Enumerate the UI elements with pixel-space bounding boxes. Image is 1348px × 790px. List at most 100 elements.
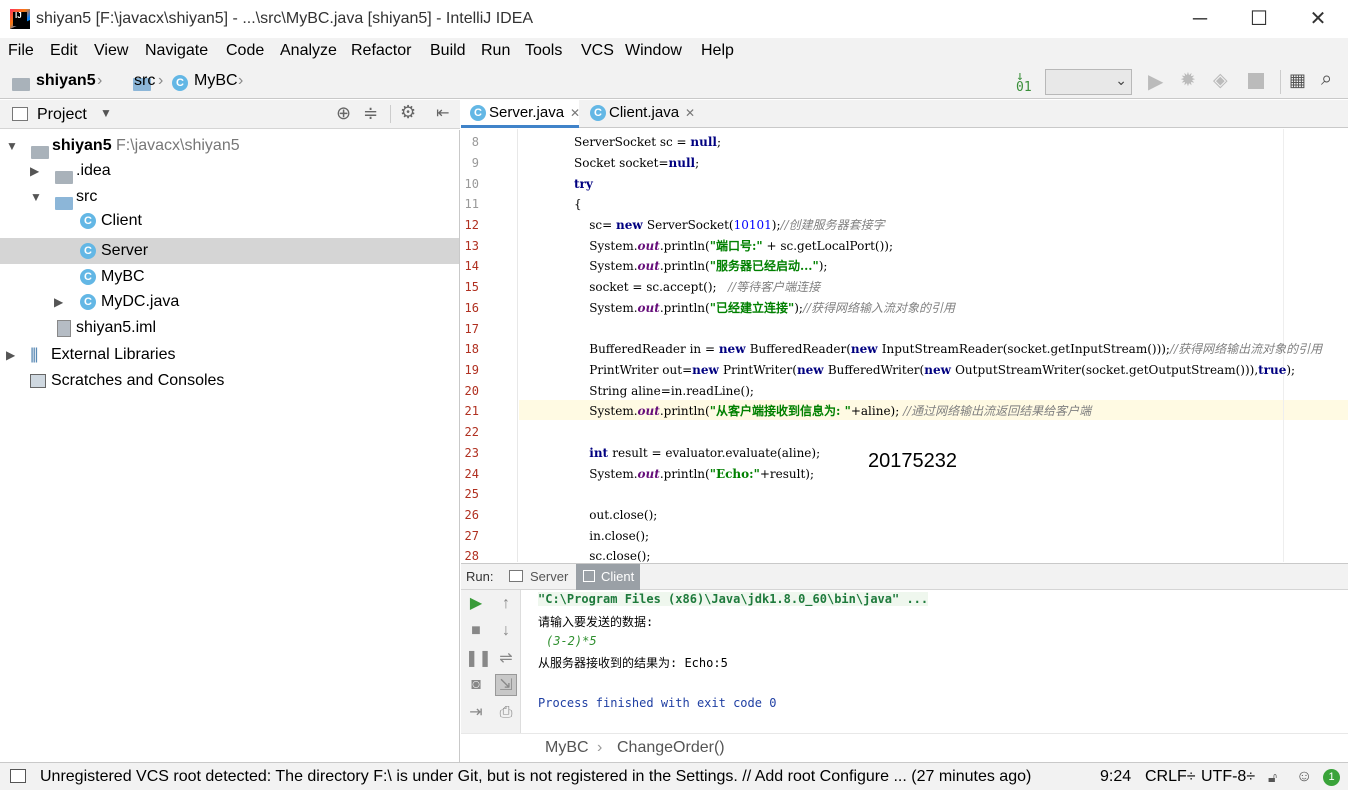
- breadcrumb-method[interactable]: ChangeOrder(): [617, 739, 725, 757]
- run-icon[interactable]: ▶: [1148, 69, 1163, 94]
- chevron-right-icon[interactable]: ▶: [30, 158, 39, 184]
- chevron-right-icon[interactable]: ▶: [54, 289, 63, 315]
- code-content[interactable]: ServerSocket sc = null; Socket socket=nul…: [574, 129, 1344, 562]
- run-configuration-select[interactable]: ⌄: [1045, 69, 1132, 95]
- code-line[interactable]: System.out.println("服务器已经启动...");: [574, 256, 827, 276]
- breadcrumb-project[interactable]: shiyan5: [36, 72, 96, 90]
- code-line[interactable]: PrintWriter out=new PrintWriter(new Buff…: [574, 360, 1295, 380]
- pause-icon[interactable]: ❚❚: [465, 648, 492, 670]
- code-line[interactable]: int result = evaluator.evaluate(aline);: [574, 443, 820, 463]
- tab-client-java[interactable]: C Client.java ✕: [581, 100, 695, 128]
- scratch-icon: [30, 374, 46, 388]
- menu-window[interactable]: Window: [625, 42, 682, 60]
- menu-navigate[interactable]: Navigate: [145, 42, 208, 60]
- coverage-icon[interactable]: ◈: [1213, 69, 1228, 92]
- menu-edit[interactable]: Edit: [50, 42, 78, 60]
- tree-item-label: Client: [101, 212, 142, 229]
- hide-panel-icon[interactable]: ⇤: [436, 103, 449, 123]
- login-icon[interactable]: ⇥: [465, 702, 487, 724]
- tree-item-mybc[interactable]: C MyBC: [0, 264, 459, 290]
- camera-icon[interactable]: ◙: [465, 674, 487, 696]
- breadcrumb-file[interactable]: MyBC: [194, 72, 238, 90]
- build-icon[interactable]: ↓ 01: [1016, 70, 1032, 94]
- code-line[interactable]: System.out.println("端口号:" + sc.getLocalP…: [574, 236, 893, 256]
- code-line[interactable]: System.out.println("已经建立连接");//获得网络输入流对象…: [574, 298, 955, 318]
- tree-item-server[interactable]: C Server: [0, 238, 459, 264]
- close-icon[interactable]: ✕: [570, 106, 580, 120]
- code-line[interactable]: socket = sc.accept(); //等待客户端连接: [574, 277, 820, 297]
- tree-item-iml[interactable]: shiyan5.iml: [0, 315, 459, 341]
- lock-icon[interactable]: 🔓︎: [1268, 769, 1277, 786]
- breadcrumb-src[interactable]: src: [134, 72, 155, 90]
- collapse-all-icon[interactable]: ≑: [363, 103, 378, 124]
- project-structure-icon[interactable]: ▦: [1289, 70, 1306, 91]
- menu-view[interactable]: View: [94, 42, 128, 60]
- minimize-button[interactable]: ─: [1185, 6, 1215, 32]
- menu-vcs[interactable]: VCS: [581, 42, 614, 60]
- chevron-down-icon[interactable]: ▼: [30, 184, 42, 210]
- tab-label: Server.java: [489, 104, 565, 121]
- tree-item-shiyan5[interactable]: ▼ shiyan5 F:\javacx\shiyan5: [0, 133, 459, 160]
- code-line[interactable]: sc= new ServerSocket(10101);//创建服务器套接字: [574, 215, 884, 235]
- line-separator[interactable]: CRLF÷: [1145, 768, 1196, 786]
- code-line[interactable]: System.out.println("从客户端接收到信息为: "+aline)…: [574, 401, 1091, 421]
- down-arrow-icon[interactable]: ↓: [495, 620, 517, 642]
- code-line[interactable]: ServerSocket sc = null;: [574, 132, 721, 152]
- menu-file[interactable]: File: [8, 42, 34, 60]
- up-arrow-icon[interactable]: ↑: [495, 593, 517, 615]
- tree-item-idea[interactable]: ▶ .idea: [0, 158, 459, 185]
- code-line[interactable]: Socket socket=null;: [574, 153, 699, 173]
- tree-item-scratches[interactable]: Scratches and Consoles: [0, 368, 459, 394]
- line-number: 27: [464, 529, 479, 543]
- rerun-icon[interactable]: ▶: [465, 593, 487, 615]
- run-console: ▶ ■ ❚❚ ◙ ⇥ ↑ ↓ ⇌ ⇲ ⎙ "C:\Program Files (…: [461, 590, 1348, 733]
- code-line[interactable]: BufferedReader in = new BufferedReader(n…: [574, 339, 1322, 359]
- gear-icon[interactable]: ⚙: [400, 102, 416, 123]
- menu-code[interactable]: Code: [226, 42, 264, 60]
- project-view-title[interactable]: Project: [37, 106, 87, 124]
- stop-icon[interactable]: [1248, 73, 1264, 89]
- tree-item-mydc[interactable]: ▶ C MyDC.java: [0, 289, 459, 315]
- code-line[interactable]: try: [574, 174, 593, 194]
- debug-icon[interactable]: ✹: [1180, 69, 1196, 92]
- tool-window-toggle-icon[interactable]: [10, 769, 26, 783]
- code-line[interactable]: in.close();: [574, 526, 649, 546]
- chevron-right-icon[interactable]: ▶: [6, 342, 15, 368]
- close-button[interactable]: ✕: [1303, 6, 1333, 32]
- run-tab-client[interactable]: Client: [601, 569, 634, 584]
- code-line[interactable]: {: [574, 194, 582, 214]
- status-message[interactable]: Unregistered VCS root detected: The dire…: [40, 768, 1031, 786]
- close-icon[interactable]: ✕: [685, 106, 695, 120]
- run-toolbar-secondary: ↑ ↓ ⇌ ⇲ ⎙: [491, 590, 521, 733]
- chevron-down-icon[interactable]: ▼: [100, 106, 112, 120]
- maximize-button[interactable]: ☐: [1244, 6, 1274, 32]
- soft-wrap-icon[interactable]: ⇌: [495, 648, 517, 670]
- menu-analyze[interactable]: Analyze: [280, 42, 337, 60]
- scroll-to-end-icon[interactable]: ⇲: [495, 674, 517, 696]
- print-icon[interactable]: ⎙: [495, 702, 517, 724]
- menu-run[interactable]: Run: [481, 42, 510, 60]
- locate-icon[interactable]: ⊕: [336, 103, 351, 124]
- tab-server-java[interactable]: C Server.java ✕: [461, 100, 580, 128]
- code-line[interactable]: sc.close();: [574, 546, 650, 562]
- caret-position[interactable]: 9:24: [1100, 768, 1131, 786]
- code-editor[interactable]: 8 9 10 11 12 13 14 15 16 17 18 19 20 21 …: [461, 129, 1348, 562]
- breadcrumb-class[interactable]: MyBC: [545, 739, 589, 757]
- menu-tools[interactable]: Tools: [525, 42, 562, 60]
- inspector-icon[interactable]: ☺: [1296, 768, 1312, 786]
- menu-refactor[interactable]: Refactor: [351, 42, 411, 60]
- search-icon[interactable]: ⌕: [1321, 68, 1332, 91]
- tree-item-external-libraries[interactable]: ▶ ||| External Libraries: [0, 342, 459, 368]
- code-line[interactable]: System.out.println("Echo:"+result);: [574, 464, 814, 484]
- menu-build[interactable]: Build: [430, 42, 466, 60]
- menu-help[interactable]: Help: [701, 42, 734, 60]
- stop-icon[interactable]: ■: [465, 620, 487, 642]
- run-tab-server[interactable]: Server: [530, 569, 568, 584]
- chevron-down-icon[interactable]: ▼: [6, 133, 18, 159]
- code-line[interactable]: String aline=in.readLine();: [574, 381, 754, 401]
- file-encoding[interactable]: UTF-8÷: [1201, 768, 1255, 786]
- code-line[interactable]: out.close();: [574, 505, 657, 525]
- notification-badge[interactable]: 1: [1323, 769, 1340, 786]
- tree-item-src[interactable]: ▼ src: [0, 184, 459, 211]
- tree-item-client[interactable]: C Client: [0, 208, 459, 234]
